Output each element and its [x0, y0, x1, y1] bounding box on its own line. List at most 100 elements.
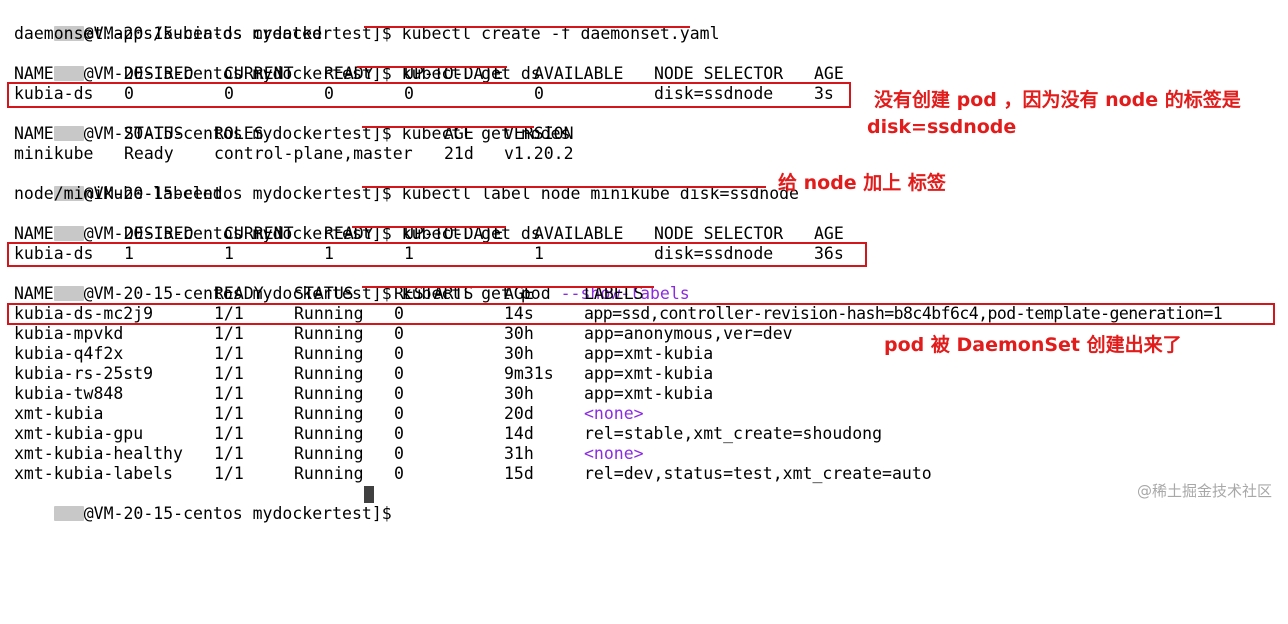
cell: 30h: [504, 324, 534, 343]
col-header: NAME: [14, 284, 54, 303]
col-header: NAME: [14, 64, 54, 83]
col-header: ROLES: [214, 124, 264, 143]
cell: Running: [294, 364, 364, 383]
cell: 31h: [504, 444, 534, 463]
cell: 0: [394, 404, 404, 423]
col-header: NAME: [14, 124, 54, 143]
output-line: node/minikube labeled: [14, 184, 223, 203]
text-cursor: [364, 486, 374, 503]
cell: 0: [394, 364, 404, 383]
cell: <none>: [584, 404, 644, 423]
cell: 1/1: [214, 384, 244, 403]
cell: 1/1: [214, 364, 244, 383]
table-row: xmt-kubia-labels 1/1 Running 0 15d rel=d…: [14, 464, 1274, 484]
col-header: NODE SELECTOR: [654, 64, 784, 83]
cell: rel=stable,xmt_create=shoudong: [584, 424, 883, 443]
col-header: CURRENT: [224, 64, 294, 83]
col-header: STATUS: [294, 284, 354, 303]
command-underline: [362, 186, 766, 188]
annotation-text: pod 被 DaemonSet 创建出来了: [884, 334, 1182, 356]
cell: Ready: [124, 144, 174, 163]
annotation-text: 没有创建 pod ，因为没有 node 的标签是: [874, 89, 1241, 111]
cell: 1/1: [214, 464, 244, 483]
cell: Running: [294, 424, 364, 443]
cell: 30h: [504, 344, 534, 363]
cell: minikube: [14, 144, 94, 163]
cell: xmt-kubia: [14, 404, 104, 423]
cell: app=anonymous,ver=dev: [584, 324, 793, 343]
cell: 1/1: [214, 424, 244, 443]
cell: 0: [394, 444, 404, 463]
cell: Running: [294, 404, 364, 423]
cell: Running: [294, 344, 364, 363]
table-row: xmt-kubia-healthy 1/1 Running 0 31h <non…: [14, 444, 1274, 464]
command-underline: [357, 66, 507, 68]
annotation-text: 给 node 加上 标签: [778, 172, 946, 194]
col-header: NAME: [14, 224, 54, 243]
cell: app=xmt-kubia: [584, 364, 714, 383]
table-row: xmt-kubia-gpu 1/1 Running 0 14d rel=stab…: [14, 424, 1274, 444]
highlight-box: [7, 242, 867, 267]
cell: Running: [294, 384, 364, 403]
cell: 9m31s: [504, 364, 554, 383]
cell: kubia-rs-25st9: [14, 364, 154, 383]
cell: <none>: [584, 444, 644, 463]
output-line: daemonset.apps/kubia-ds created: [14, 24, 322, 43]
cell: rel=dev,status=test,xmt_create=auto: [584, 464, 932, 483]
cell: Running: [294, 324, 364, 343]
cell: 20d: [504, 404, 534, 423]
command-underline: [362, 126, 534, 128]
cell: v1.20.2: [504, 144, 574, 163]
col-header: DESIRED: [124, 224, 194, 243]
highlight-box: [7, 82, 851, 108]
cell: app=xmt-kubia: [584, 344, 714, 363]
cell: 1/1: [214, 444, 244, 463]
command-underline: [352, 226, 506, 228]
cell: Running: [294, 464, 364, 483]
cell: xmt-kubia-gpu: [14, 424, 144, 443]
cell: 14d: [504, 424, 534, 443]
ds-header-row: NAME DESIRED CURRENT READY UP-TO-DATE AV…: [14, 64, 1274, 84]
col-header: AGE: [814, 224, 844, 243]
prompt-line: @VM-20-15-centos mydockertest]$ kubectl …: [14, 164, 799, 203]
cell: 0: [394, 464, 404, 483]
cell: 0: [394, 324, 404, 343]
nodes-data-row: minikube Ready control-plane,master 21d …: [14, 144, 714, 164]
prompt-line: @VM-20-15-centos mydockertest]$ kubectl …: [14, 264, 690, 303]
cell: 0: [394, 344, 404, 363]
command-underline: [362, 286, 654, 288]
cell: 0: [394, 384, 404, 403]
cell: kubia-q4f2x: [14, 344, 124, 363]
col-header: NODE SELECTOR: [654, 224, 784, 243]
cell: kubia-mpvkd: [14, 324, 124, 343]
col-header: STATUS: [124, 124, 184, 143]
col-header: AGE: [814, 64, 844, 83]
cell: 0: [394, 424, 404, 443]
prompt-line: @VM-20-15-centos mydockertest]$: [14, 484, 392, 523]
table-row: xmt-kubia 1/1 Running 0 20d <none>: [14, 404, 1274, 424]
prompt-line: @VM-20-15-centos mydockertest]$ kubectl …: [14, 204, 541, 243]
command-underline: [364, 26, 690, 28]
prompt-line: @VM-20-15-centos mydockertest]$ kubectl …: [14, 44, 541, 83]
col-header: AVAILABLE: [534, 224, 624, 243]
cell: Running: [294, 444, 364, 463]
cell: kubia-tw848: [14, 384, 124, 403]
col-header: DESIRED: [124, 64, 194, 83]
cell: xmt-kubia-labels: [14, 464, 173, 483]
ds-header-row: NAME DESIRED CURRENT READY UP-TO-DATE AV…: [14, 224, 1274, 244]
col-header: AVAILABLE: [534, 64, 624, 83]
table-row: kubia-rs-25st9 1/1 Running 0 9m31s app=x…: [14, 364, 1274, 384]
cell: 21d: [444, 144, 474, 163]
highlight-box: [7, 303, 1275, 325]
prompt-line: @VM-20-15-centos mydockertest]$ kubectl …: [14, 4, 720, 43]
cell: app=xmt-kubia: [584, 384, 714, 403]
col-header: CURRENT: [224, 224, 294, 243]
watermark: @稀土掘金技术社区: [1136, 482, 1272, 500]
cell: control-plane,master: [214, 144, 413, 163]
col-header: READY: [214, 284, 264, 303]
table-row: kubia-tw848 1/1 Running 0 30h app=xmt-ku…: [14, 384, 1274, 404]
annotation-text: disk=ssdnode: [867, 116, 1017, 138]
cell: 30h: [504, 384, 534, 403]
cell: 15d: [504, 464, 534, 483]
cell: 1/1: [214, 324, 244, 343]
